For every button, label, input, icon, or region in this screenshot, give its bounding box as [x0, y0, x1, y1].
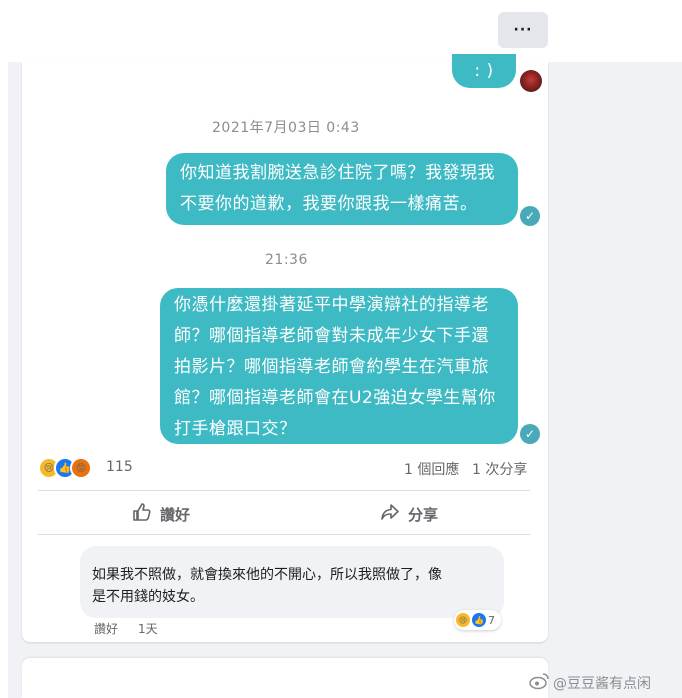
commenter-avatar[interactable]	[36, 548, 66, 578]
share-label: 分享	[408, 505, 439, 524]
comment-bubble: 如果我不照做，就會換來他的不開心，所以我照做了，像 是不用錢的妓女。	[80, 546, 504, 618]
watermark: @豆豆酱有点闲	[528, 672, 651, 694]
like-reaction-icon: 👍	[472, 613, 486, 627]
message-bubble-top: : )	[452, 54, 516, 88]
more-options-button[interactable]: ···	[498, 12, 548, 48]
left-strip	[0, 62, 8, 698]
top-bar: ···	[0, 0, 682, 62]
comments-count[interactable]: 1 個回應	[404, 459, 459, 479]
divider	[38, 534, 530, 535]
message-text: 你知道我割腕送急診住院了嗎？我發現我 不要你的道歉，我要你跟我一樣痛苦。	[180, 163, 495, 214]
comment-like-link[interactable]: 讚好	[94, 620, 118, 637]
divider	[38, 490, 530, 491]
sad-reaction-icon: 😢	[456, 613, 470, 627]
comment-reactions[interactable]: 😢 👍 7	[454, 610, 501, 630]
timestamp: 2021年7月03日 0:43	[212, 120, 360, 136]
share-arrow-icon	[380, 502, 400, 526]
like-label: 讚好	[160, 505, 191, 524]
sender-avatar	[520, 70, 542, 92]
post-stats: 😢 👍 😡 115 1 個回應 1 次分享	[22, 455, 548, 485]
next-post-card	[22, 658, 548, 698]
watermark-text: @豆豆酱有点闲	[553, 676, 651, 692]
comment-reaction-count: 7	[488, 613, 495, 627]
thumbs-up-icon	[132, 502, 152, 526]
message-bubble-1: 你知道我割腕送急診住院了嗎？我發現我 不要你的道歉，我要你跟我一樣痛苦。	[166, 153, 518, 225]
shares-count[interactable]: 1 次分享	[472, 459, 527, 479]
timestamp: 21:36	[265, 252, 308, 268]
comment-meta: 讚好 1天	[94, 620, 158, 637]
weibo-logo-icon	[528, 672, 550, 694]
message-bubble-2: 你憑什麼還掛著延平中學演辯社的指導老 師？哪個指導老師會對未成年少女下手還 拍影…	[160, 288, 518, 444]
share-button[interactable]: 分享	[380, 500, 438, 528]
comment-text: 如果我不照做，就會換來他的不開心，所以我照做了，像 是不用錢的妓女。	[92, 567, 442, 605]
message-text: : )	[474, 61, 494, 81]
comment-time[interactable]: 1天	[138, 620, 158, 637]
like-button[interactable]: 讚好	[132, 500, 190, 528]
read-check-icon: ✓	[520, 206, 540, 226]
reactions-count[interactable]: 115	[106, 459, 133, 475]
angry-reaction-icon[interactable]: 😡	[70, 457, 92, 479]
message-text: 你憑什麼還掛著延平中學演辯社的指導老 師？哪個指導老師會對未成年少女下手還 拍影…	[174, 295, 496, 439]
read-check-icon: ✓	[520, 424, 540, 444]
